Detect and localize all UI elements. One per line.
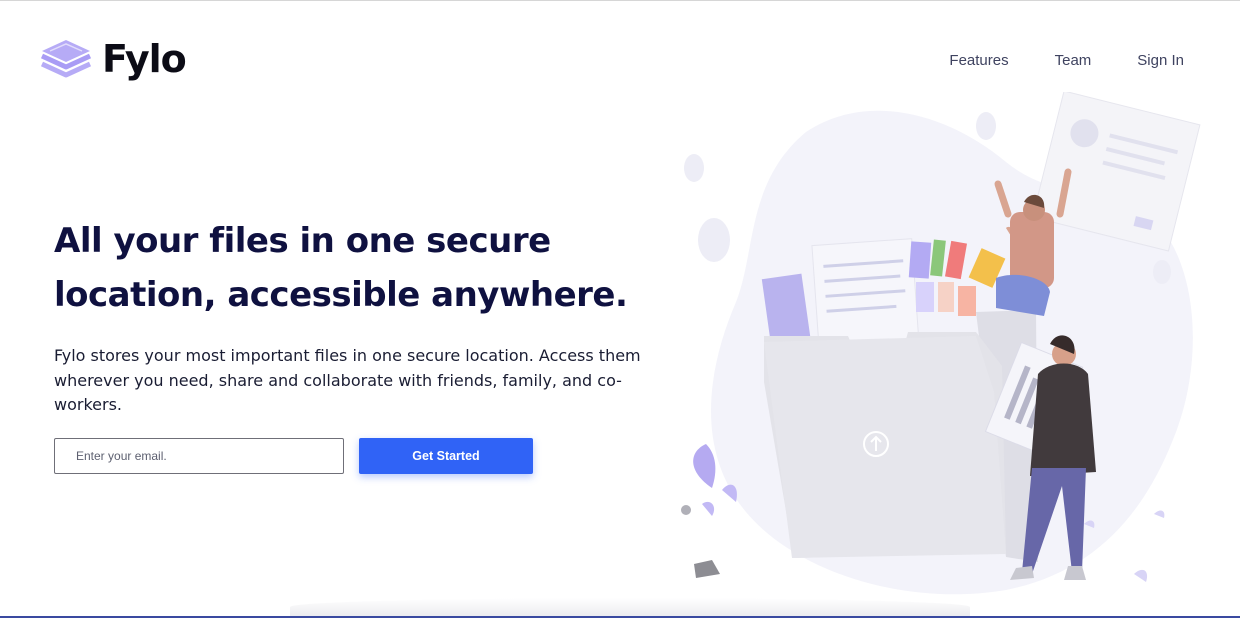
nav-link-features[interactable]: Features xyxy=(949,52,1008,69)
decor-dot xyxy=(684,154,704,182)
hero-title: All your files in one secure location, a… xyxy=(54,221,628,315)
brand-name: Fylo xyxy=(102,37,187,81)
nav-link-team[interactable]: Team xyxy=(1055,52,1092,69)
decor-dot xyxy=(698,218,730,262)
brand-logo-link[interactable]: Fylo xyxy=(40,37,187,81)
main-nav: Features Team Sign In xyxy=(949,52,1184,69)
decor-dot xyxy=(1153,260,1171,284)
nav-link-sign-in[interactable]: Sign In xyxy=(1137,52,1184,69)
email-input[interactable] xyxy=(54,438,344,474)
bottom-shadow xyxy=(290,598,970,616)
stacked-layers-icon xyxy=(40,40,92,78)
hero-description: Fylo stores your most important files in… xyxy=(54,346,641,414)
decor-dot xyxy=(976,112,996,140)
get-started-button[interactable]: Get Started xyxy=(359,438,533,474)
people-organizing-files-illustration xyxy=(681,92,1201,595)
